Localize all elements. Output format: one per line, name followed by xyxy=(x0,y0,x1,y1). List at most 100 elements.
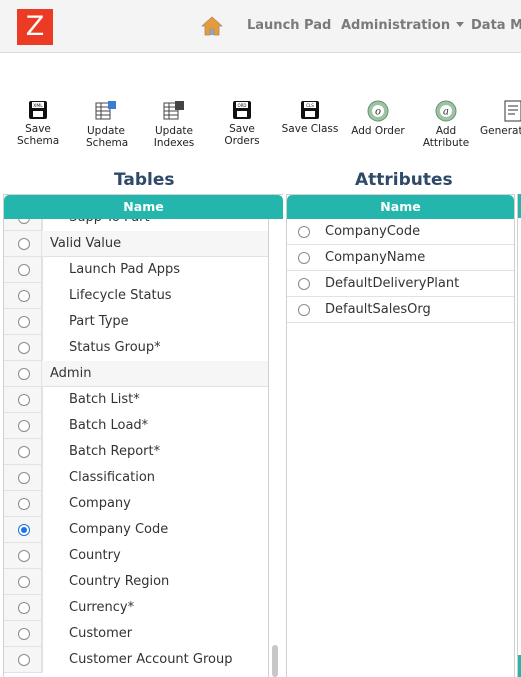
radio-cell xyxy=(4,309,42,335)
row-radio-button[interactable] xyxy=(18,342,30,354)
attribute-row[interactable]: CompanyCode xyxy=(287,219,514,245)
table-row[interactable]: Company Code xyxy=(4,517,268,543)
update-indexes-button[interactable]: Update Indexes xyxy=(153,100,195,149)
table-row[interactable]: Currency* xyxy=(4,595,268,621)
attributes-panel: Name CompanyCode CompanyName DefaultDelive… xyxy=(286,194,515,677)
row-radio-button[interactable] xyxy=(18,524,30,536)
attributes-name-header[interactable]: Name xyxy=(287,195,514,219)
nav-administration-label: Administration xyxy=(341,18,451,33)
attribute-name-cell: DefaultSalesOrg xyxy=(325,302,431,317)
attribute-row[interactable]: CompanyName xyxy=(287,245,514,271)
radio-cell xyxy=(4,621,42,647)
row-radio-button[interactable] xyxy=(18,420,30,432)
radio-cell xyxy=(4,283,42,309)
tables-title: Tables xyxy=(114,170,175,190)
row-radio-button[interactable] xyxy=(18,472,30,484)
attribute-radio-button[interactable] xyxy=(298,226,310,238)
table-row[interactable]: Country xyxy=(4,543,268,569)
nav-launch-pad[interactable]: Launch Pad xyxy=(247,18,331,33)
row-radio-button[interactable] xyxy=(18,446,30,458)
tables-panel: Name Supp To Part* Valid Value Launch Pad … xyxy=(3,194,283,677)
attribute-name-cell: CompanyName xyxy=(325,250,426,265)
save-orders-button[interactable]: ORD Save Orders xyxy=(210,100,274,147)
app-logo[interactable]: Z xyxy=(17,9,53,45)
radio-cell xyxy=(4,231,42,257)
table-row[interactable]: Admin xyxy=(4,361,268,387)
save-schema-button[interactable]: XML Save Schema xyxy=(17,100,59,147)
table-row[interactable]: Batch List* xyxy=(4,387,268,413)
table-name-cell: Country xyxy=(42,543,268,569)
update-schema-label: Update Schema xyxy=(86,125,129,149)
row-radio-button[interactable] xyxy=(18,602,30,614)
table-name-cell: Customer Account Group xyxy=(42,647,268,673)
table-name-cell: Company xyxy=(42,491,268,517)
table-name-cell: Classification xyxy=(42,465,268,491)
attribute-name-cell: DefaultDeliveryPlant xyxy=(325,276,460,291)
svg-text:a: a xyxy=(443,107,449,118)
add-attribute-button[interactable]: a Add Attribute xyxy=(412,100,480,149)
tables-name-header[interactable]: Name xyxy=(4,195,283,219)
add-order-label: Add Order xyxy=(351,125,405,137)
table-row[interactable]: Supp To Part* xyxy=(4,219,268,231)
row-radio-button[interactable] xyxy=(18,238,30,250)
attribute-radio-button[interactable] xyxy=(298,304,310,316)
row-radio-button[interactable] xyxy=(18,498,30,510)
save-class-icon: CLS xyxy=(301,101,319,119)
save-orders-icon: ORD xyxy=(233,101,251,119)
tables-list[interactable]: Supp To Part* Valid Value Launch Pad AppsL… xyxy=(4,219,269,677)
update-schema-button[interactable]: Update Schema xyxy=(86,100,129,149)
add-order-button[interactable]: o Add Order xyxy=(351,100,405,137)
attribute-name-cell: CompanyCode xyxy=(325,224,421,239)
generate-button[interactable]: Generat xyxy=(480,100,521,137)
table-row[interactable]: Customer xyxy=(4,621,268,647)
generate-icon xyxy=(504,100,521,122)
update-schema-icon xyxy=(95,101,116,120)
row-radio-button[interactable] xyxy=(18,628,30,640)
radio-cell xyxy=(4,569,42,595)
table-row[interactable]: Country Region xyxy=(4,569,268,595)
row-radio-button[interactable] xyxy=(18,316,30,328)
row-radio-button[interactable] xyxy=(18,290,30,302)
save-orders-label: Save Orders xyxy=(224,123,260,147)
add-order-icon: o xyxy=(367,100,389,122)
table-row[interactable]: Batch Report* xyxy=(4,439,268,465)
generate-label: Generat xyxy=(480,125,521,137)
row-radio-button[interactable] xyxy=(18,654,30,666)
table-name-cell: Supp To Part* xyxy=(42,219,268,231)
row-radio-button[interactable] xyxy=(18,219,30,224)
radio-cell xyxy=(4,647,42,673)
table-name-cell: Status Group* xyxy=(42,335,268,361)
home-icon[interactable] xyxy=(201,16,223,36)
table-row[interactable]: Launch Pad Apps xyxy=(4,257,268,283)
row-radio-button[interactable] xyxy=(18,550,30,562)
table-name-cell: Country Region xyxy=(42,569,268,595)
table-row[interactable]: Batch Load* xyxy=(4,413,268,439)
row-radio-button[interactable] xyxy=(18,576,30,588)
nav-data-ma[interactable]: Data Ma xyxy=(471,18,521,33)
radio-cell xyxy=(4,387,42,413)
update-indexes-icon xyxy=(163,101,184,120)
save-class-button[interactable]: CLS Save Class xyxy=(281,100,339,135)
table-row[interactable]: Part Type xyxy=(4,309,268,335)
table-row[interactable]: Valid Value xyxy=(4,231,268,257)
attribute-row[interactable]: DefaultSalesOrg xyxy=(287,297,514,323)
radio-cell xyxy=(4,465,42,491)
radio-cell xyxy=(4,543,42,569)
attribute-radio-button[interactable] xyxy=(298,278,310,290)
tables-scrollbar[interactable] xyxy=(272,645,278,677)
table-row[interactable]: Status Group* xyxy=(4,335,268,361)
row-radio-button[interactable] xyxy=(18,394,30,406)
table-name-cell: Lifecycle Status xyxy=(42,283,268,309)
table-row[interactable]: Classification xyxy=(4,465,268,491)
attribute-radio-button[interactable] xyxy=(298,252,310,264)
table-row[interactable]: Lifecycle Status xyxy=(4,283,268,309)
row-radio-button[interactable] xyxy=(18,368,30,380)
add-attribute-label: Add Attribute xyxy=(422,125,470,149)
table-row[interactable]: Customer Account Group xyxy=(4,647,268,673)
row-radio-button[interactable] xyxy=(18,264,30,276)
nav-administration[interactable]: Administration xyxy=(341,18,465,33)
chevron-down-icon xyxy=(456,22,465,27)
attribute-row[interactable]: DefaultDeliveryPlant xyxy=(287,271,514,297)
table-name-cell: Batch Load* xyxy=(42,413,268,439)
table-row[interactable]: Company xyxy=(4,491,268,517)
